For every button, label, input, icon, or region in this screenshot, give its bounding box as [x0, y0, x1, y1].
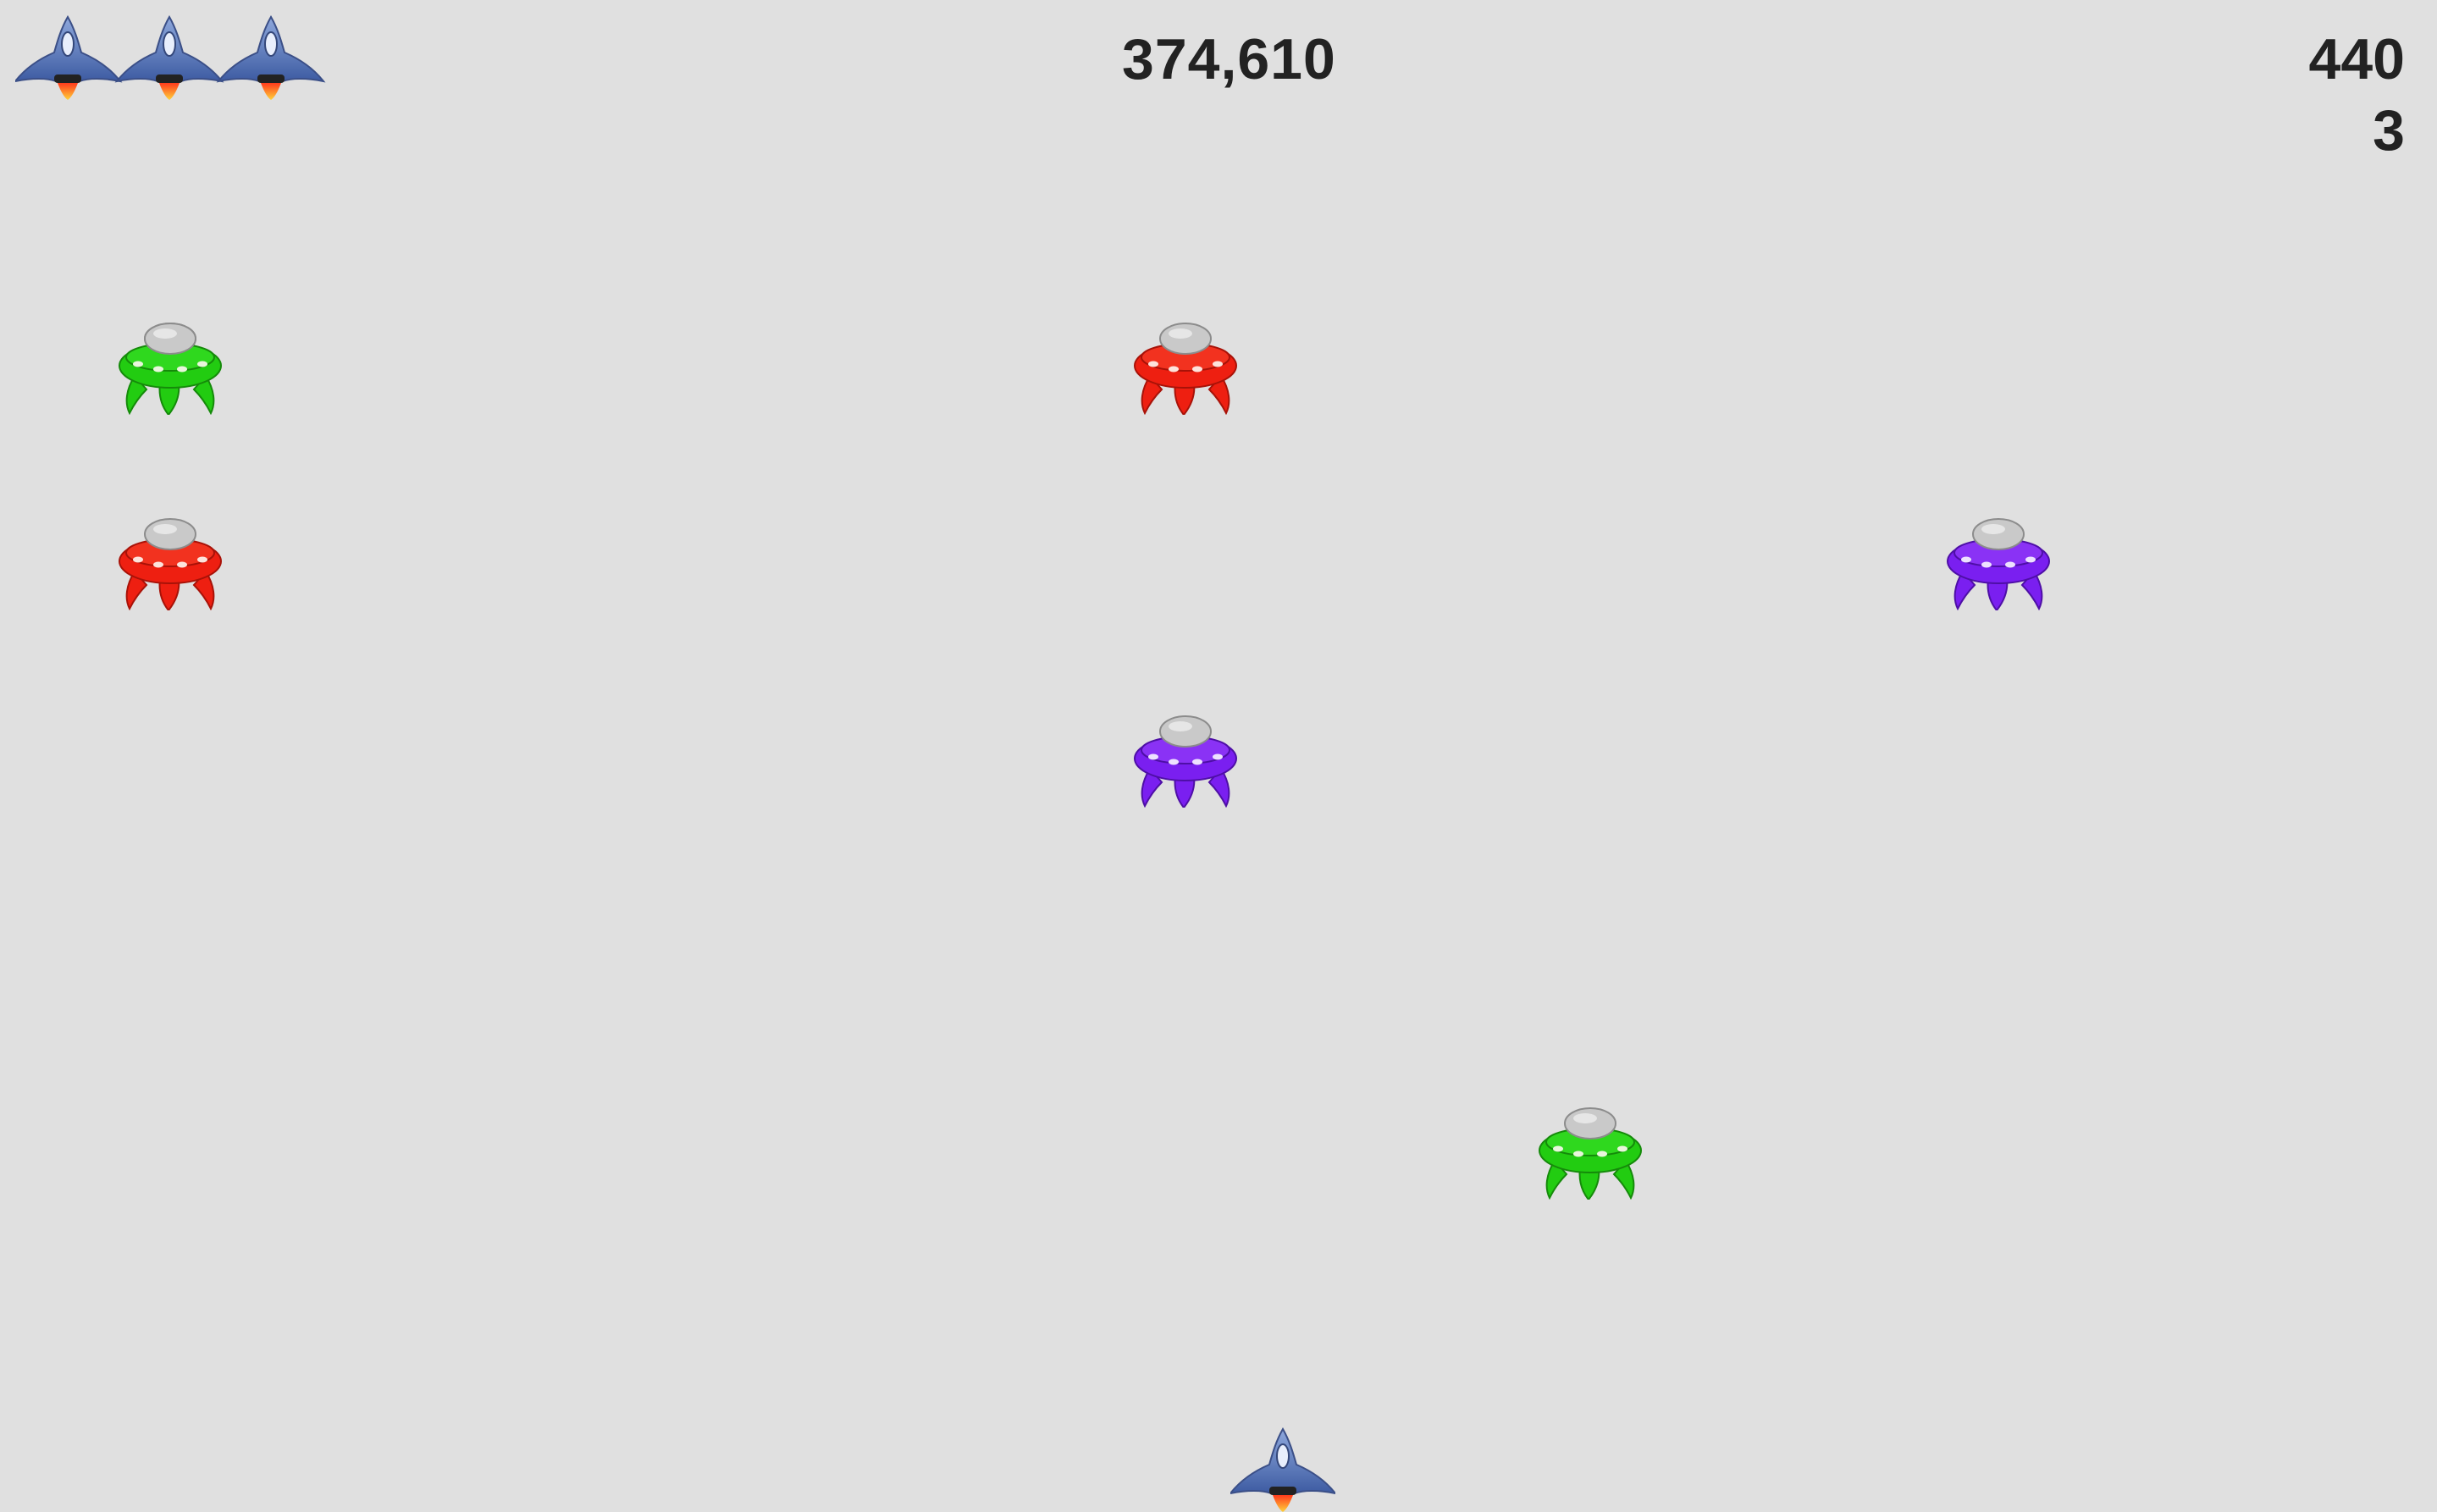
ufo-enemy-purple-icon — [1947, 518, 2050, 610]
stat-top: 440 — [2308, 27, 2405, 91]
life-ship-icon-1 — [14, 16, 121, 101]
life-ship-icon-3 — [218, 16, 324, 101]
right-stats: 440 3 — [2309, 30, 2405, 173]
ufo-enemy-red-icon — [1134, 323, 1237, 415]
player-ship-icon[interactable] — [1230, 1427, 1335, 1512]
ufo-enemy-green-icon — [1539, 1107, 1642, 1200]
ufo-enemy-purple-icon — [1134, 715, 1237, 808]
life-ship-icon-2 — [116, 16, 223, 101]
ufo-enemy-red-icon — [119, 518, 222, 610]
lives-indicator — [14, 15, 337, 101]
game-canvas[interactable]: 374,610 440 3 .g .leg,.g .hull,.g .hul — [0, 0, 2437, 1512]
stat-bottom: 3 — [2373, 98, 2405, 163]
score-display: 374,610 — [1122, 27, 1336, 91]
lives-ships — [14, 16, 324, 101]
ufo-enemy-green-icon — [119, 323, 222, 415]
